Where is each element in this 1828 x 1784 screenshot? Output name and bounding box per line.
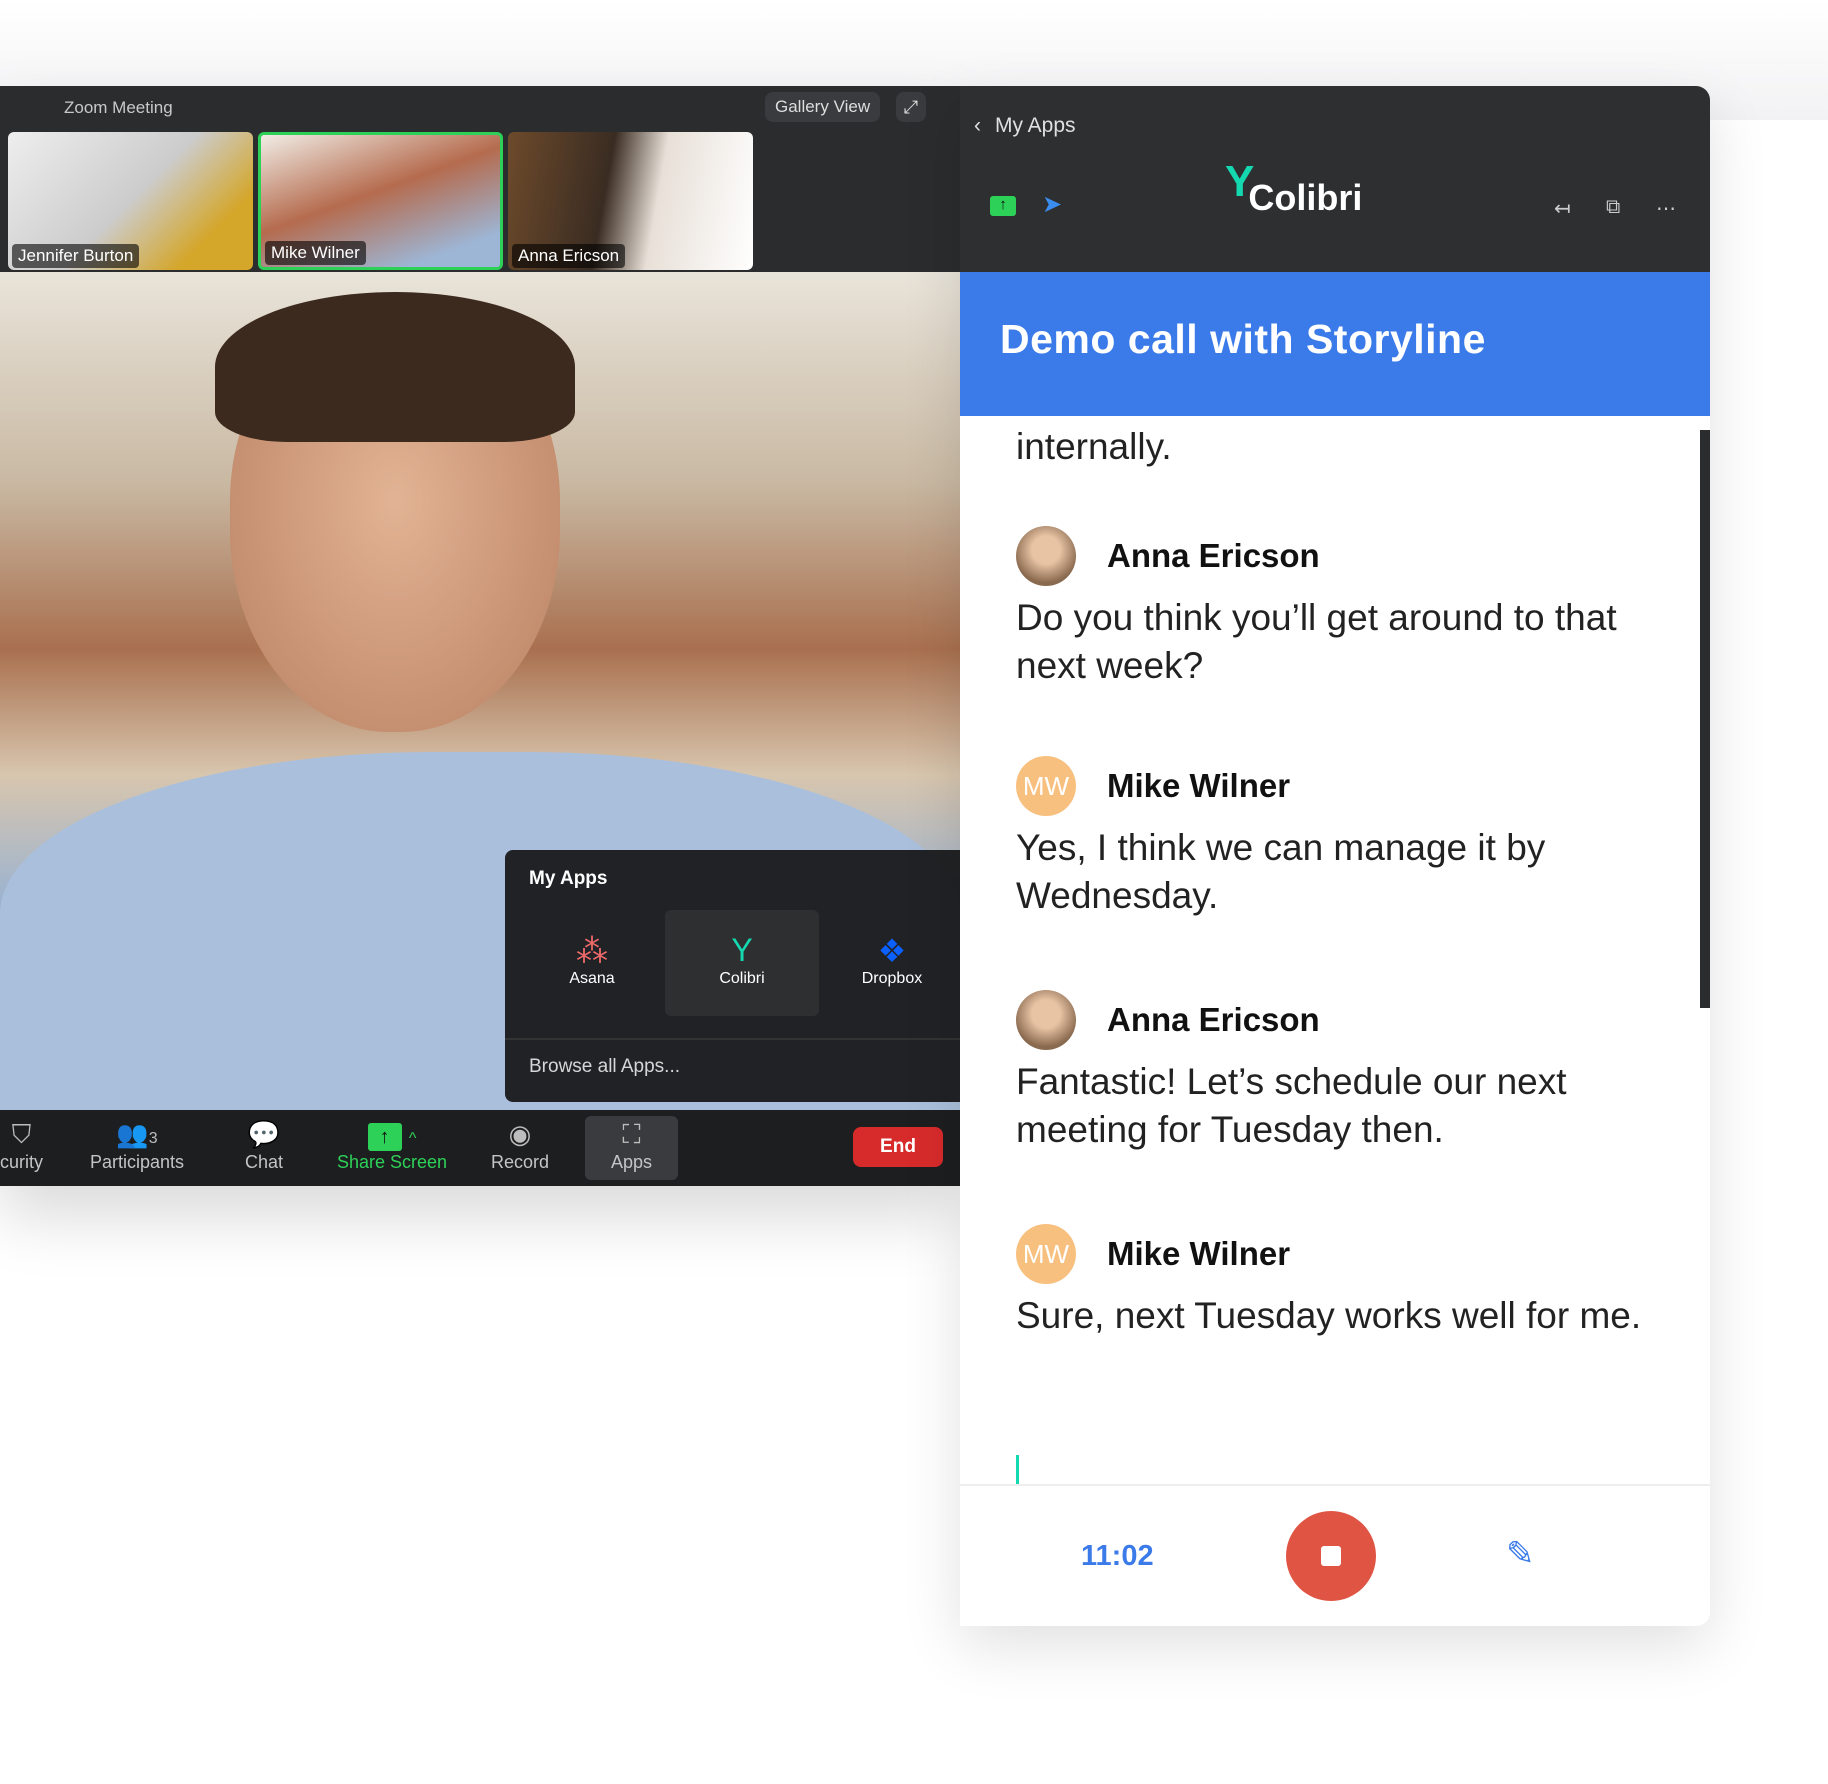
chat-button[interactable]: 💬 Chat (245, 1116, 283, 1173)
author-name: Anna Ericson (1107, 1001, 1320, 1038)
asana-icon: ⁂ (576, 933, 608, 969)
logo-text: Colibri (1248, 177, 1363, 218)
open-external-icon[interactable]: ⧉ (1606, 196, 1620, 219)
message-text: Yes, I think we can manage it by Wednesd… (1016, 827, 1546, 916)
label: curity (0, 1152, 44, 1172)
app-colibri[interactable]: Y Colibri (665, 910, 819, 1016)
avatar: MW (1016, 1224, 1076, 1284)
share-screen-button[interactable]: ↑ ^ Share Screen (337, 1116, 447, 1173)
window-title: Zoom Meeting (64, 98, 173, 117)
app-label: Colibri (719, 970, 765, 987)
back-label: My Apps (995, 114, 1076, 137)
share-icon[interactable]: ↑ (990, 196, 1016, 216)
apps-icon: ⛶ (622, 1119, 641, 1149)
author-name: Mike Wilner (1107, 767, 1291, 804)
avatar (1016, 990, 1076, 1050)
my-apps-popup: My Apps ⁂ Asana Y Colibri ❖ Dropbox Brow… (505, 850, 960, 1102)
app-label: Asana (569, 970, 615, 987)
participant-name: Jennifer Burton (12, 244, 140, 268)
shield-icon: ⛉ (11, 1119, 32, 1149)
popup-title: My Apps (529, 868, 608, 889)
author-name: Mike Wilner (1107, 1235, 1291, 1272)
send-icon[interactable]: ➤ (1042, 190, 1062, 219)
apps-button[interactable]: ⛶ Apps (585, 1116, 679, 1180)
author-name: Anna Ericson (1107, 537, 1320, 574)
chevron-left-icon: ‹ (974, 114, 981, 137)
collapse-icon[interactable]: ↤ (1554, 196, 1571, 221)
transcript-entry: Anna Ericson Do you think you’ll get aro… (1016, 526, 1636, 690)
transcript: internally. Anna Ericson Do you think yo… (960, 416, 1710, 1484)
zoom-meeting-window: Zoom Meeting Gallery View ⤢ Jennifer Bur… (0, 86, 960, 1186)
fullscreen-icon[interactable]: ⤢ (896, 92, 926, 122)
partial-message: internally. (1016, 426, 1172, 467)
record-button[interactable]: ◉ Record (491, 1116, 549, 1173)
hummingbird-icon: Y (1225, 157, 1255, 206)
participant-tile[interactable]: Jennifer Burton (8, 132, 253, 270)
label: Share Screen (337, 1152, 448, 1172)
label: Participants (90, 1152, 185, 1172)
participant-name: Anna Ericson (512, 244, 626, 268)
avatar: MW (1016, 756, 1076, 816)
message-text: Do you think you’ll get around to that n… (1016, 597, 1617, 686)
label: Record (491, 1152, 550, 1172)
participants-icon: 👥3 (116, 1119, 158, 1149)
participant-count: 3 (148, 1130, 158, 1147)
transcript-entry: Anna Ericson Fantastic! Let’s schedule o… (1016, 990, 1636, 1154)
speaker-hair (215, 292, 575, 442)
recording-timer: 11:02 (1081, 1540, 1154, 1572)
participant-tile[interactable]: Anna Ericson (508, 132, 753, 270)
participant-tile-active[interactable]: Mike Wilner (258, 132, 503, 270)
meeting-toolbar: ⛉ curity 👥3 Participants 💬 Chat ↑ ^ Share Sc… (0, 1110, 960, 1186)
text-cursor (1016, 1455, 1019, 1484)
share-screen-icon: ↑ ^ (337, 1116, 447, 1152)
transcript-entry: MW Mike Wilner Sure, next Tuesday works w… (1016, 1224, 1696, 1340)
back-to-my-apps[interactable]: ‹ My Apps (974, 114, 1090, 138)
meeting-title: Demo call with Storyline (960, 272, 1710, 416)
stop-icon (1321, 1546, 1341, 1566)
app-dropbox[interactable]: ❖ Dropbox (815, 910, 960, 1016)
scrollbar[interactable] (1700, 430, 1710, 1008)
participant-name: Mike Wilner (265, 241, 366, 265)
colibri-panel: ‹ My Apps ↑ ➤ YColibri ↤ ⧉ ⋯ Demo call wi… (960, 86, 1710, 1626)
pen-icon[interactable]: ✎ (1506, 1534, 1535, 1574)
chat-bubble-icon: 💬 (247, 1119, 281, 1149)
avatar (1016, 526, 1076, 586)
security-button[interactable]: ⛉ curity (0, 1116, 43, 1173)
record-icon: ◉ (508, 1119, 532, 1149)
panel-topbar: ‹ My Apps ↑ ➤ YColibri ↤ ⧉ ⋯ (960, 86, 1710, 272)
stop-recording-button[interactable] (1286, 1511, 1376, 1601)
app-asana[interactable]: ⁂ Asana (515, 910, 669, 1016)
colibri-logo: YColibri (1225, 157, 1363, 221)
app-label: Dropbox (861, 970, 923, 987)
gallery-view-button[interactable]: Gallery View (765, 92, 881, 122)
dropbox-icon: ❖ (877, 933, 907, 969)
recording-footer: 11:02 ✎ (960, 1484, 1710, 1626)
transcript-entry: MW Mike Wilner Yes, I think we can manage… (1016, 756, 1636, 920)
label: Chat (245, 1152, 284, 1172)
label: Apps (611, 1152, 653, 1172)
end-meeting-button[interactable]: End (853, 1127, 943, 1167)
message-text: Fantastic! Let’s schedule our next meeti… (1016, 1061, 1567, 1150)
more-icon[interactable]: ⋯ (1656, 196, 1676, 221)
hummingbird-icon: Y (731, 932, 753, 968)
browse-all-apps-link[interactable]: Browse all Apps... (505, 1038, 960, 1094)
participants-button[interactable]: 👥3 Participants (90, 1116, 184, 1173)
message-text: Sure, next Tuesday works well for me. (1016, 1295, 1642, 1336)
